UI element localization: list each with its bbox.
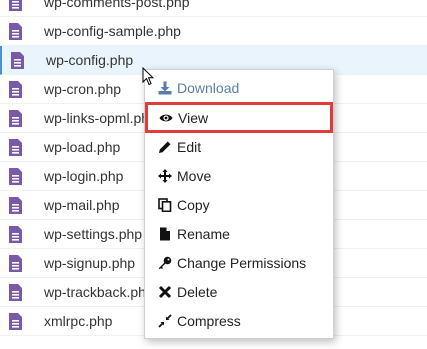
file-icon (160, 227, 170, 240)
menu-item-delete[interactable]: Delete (145, 277, 333, 306)
menu-item-rename[interactable]: Rename (145, 219, 333, 248)
x-icon (158, 285, 172, 298)
file-manager-page: wp-comments-post.php wp-config-sample.ph… (0, 0, 427, 349)
menu-item-label: Compress (177, 312, 241, 329)
file-name[interactable]: xmlrpc.php (44, 313, 112, 329)
menu-item-label: Download (177, 79, 240, 96)
key-icon (158, 256, 172, 269)
php-file-icon (9, 139, 22, 156)
move-arrows-icon (158, 168, 172, 183)
file-name[interactable]: wp-settings.php (44, 226, 142, 242)
file-name[interactable]: wp-config.php (46, 52, 133, 68)
file-name[interactable]: wp-config-sample.php (44, 23, 181, 39)
menu-item-download[interactable]: Download (145, 73, 333, 102)
menu-item-view[interactable]: View (145, 102, 333, 133)
php-file-icon (9, 284, 22, 301)
php-file-icon (9, 226, 22, 243)
menu-item-copy[interactable]: Copy (145, 190, 333, 219)
menu-item-compress[interactable]: Compress (145, 306, 333, 335)
php-file-icon (9, 313, 22, 330)
menu-item-label: Copy (177, 196, 210, 213)
php-file-icon (9, 255, 22, 272)
menu-item-label: View (178, 109, 209, 126)
copy-icon (158, 197, 172, 212)
php-file-icon (9, 110, 22, 127)
file-row[interactable]: wp-comments-post.php (0, 0, 427, 17)
php-file-icon (9, 168, 22, 185)
file-name[interactable]: wp-login.php (44, 168, 123, 184)
menu-item-label: Edit (177, 138, 202, 155)
file-name[interactable]: wp-mail.php (44, 197, 119, 213)
file-name[interactable]: wp-load.php (44, 139, 120, 155)
menu-item-change-permissions[interactable]: Change Permissions (145, 248, 333, 277)
mouse-cursor-icon (142, 67, 154, 86)
file-name[interactable]: wp-trackback.php (44, 284, 154, 300)
pencil-icon (159, 141, 171, 153)
file-name[interactable]: wp-cron.php (44, 81, 121, 97)
file-row[interactable]: wp-config-sample.php (0, 17, 427, 46)
php-file-icon (9, 81, 22, 98)
menu-item-move[interactable]: Move (145, 161, 333, 190)
eye-icon (159, 114, 173, 121)
php-file-icon (9, 0, 22, 11)
context-menu: Download View Edit Move Copy Rename Chan… (144, 69, 334, 339)
php-file-icon (11, 52, 24, 69)
menu-item-label: Rename (177, 225, 230, 242)
file-name[interactable]: wp-links-opml.php (44, 110, 157, 126)
menu-item-label: Delete (177, 283, 218, 300)
download-icon (158, 81, 172, 94)
menu-item-edit[interactable]: Edit (145, 132, 333, 161)
php-file-icon (9, 23, 22, 40)
file-name[interactable]: wp-signup.php (44, 255, 135, 271)
menu-item-label: Move (177, 167, 212, 184)
file-name[interactable]: wp-comments-post.php (44, 0, 190, 10)
php-file-icon (9, 197, 22, 214)
compress-icon (158, 313, 172, 328)
menu-item-label: Change Permissions (177, 254, 307, 271)
